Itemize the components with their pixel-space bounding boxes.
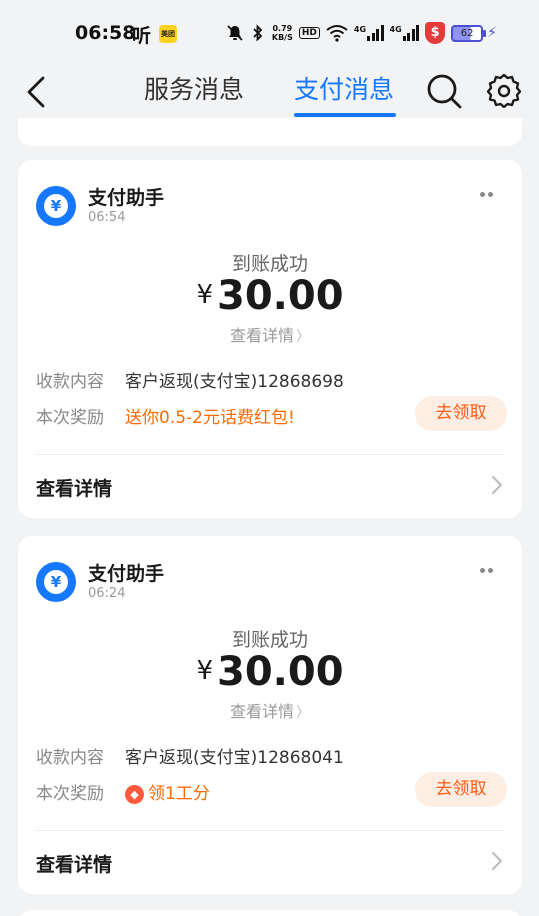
view-details-button[interactable]: 查看详情 (36, 474, 112, 501)
more-options-icon[interactable] (480, 190, 500, 198)
network-speed-unit: KB/S (271, 33, 293, 42)
signal-bars-icon (367, 25, 384, 41)
sender-name: 支付助手 (88, 563, 165, 585)
yuan-icon: ¥ (44, 194, 68, 218)
content-label: 收款内容 (36, 748, 104, 768)
chevron-right-icon[interactable] (490, 850, 504, 872)
reward-value: 领1工分 (148, 784, 210, 804)
hd-badge: HD (298, 27, 320, 39)
network-speed-value: 0.79 (272, 24, 293, 33)
content-value: 客户返现(支付宝)12868041 (125, 748, 344, 768)
mute-bell-icon (227, 25, 243, 41)
tab-service-messages[interactable]: 服务消息 (144, 70, 244, 106)
message-time: 06:54 (88, 210, 126, 225)
view-details-button[interactable]: 查看详情 (36, 850, 112, 877)
payment-status: 到账成功 (231, 253, 308, 275)
divider (36, 830, 504, 831)
payment-message-card: ¥ 支付助手 06:54 到账成功 ¥30.00 查看详情〉 收款内容 客户返现… (18, 160, 522, 518)
payment-assistant-avatar: ¥ (36, 186, 76, 226)
reward-points: ◆ 领1工分 (125, 779, 210, 804)
sender-name: 支付助手 (88, 187, 165, 209)
status-bar: 06:58 听 美团 0.79 KB/S HD 4G 4G $ 62 ⚡ (0, 0, 539, 66)
content-label: 收款内容 (36, 372, 104, 392)
security-shield-icon: $ (425, 22, 446, 44)
wifi-icon (326, 25, 348, 42)
network-speed: 0.79 KB/S (272, 24, 293, 42)
message-time: 06:24 (88, 586, 126, 601)
settings-gear-icon[interactable] (486, 72, 522, 108)
currency-symbol: ¥ (196, 656, 213, 686)
currency-symbol: ¥ (196, 280, 213, 310)
tab-payment-messages[interactable]: 支付消息 (294, 70, 394, 106)
next-message-card (18, 910, 522, 916)
network-type-label: 4G (389, 25, 402, 34)
payment-amount: ¥30.00 (18, 649, 522, 695)
payment-message-card: ¥ 支付助手 06:24 到账成功 ¥30.00 查看详情〉 收款内容 客户返现… (18, 536, 522, 894)
back-arrow-icon[interactable] (22, 74, 52, 110)
top-nav-bar: 服务消息 支付消息 (0, 66, 539, 120)
payment-status: 到账成功 (231, 629, 308, 651)
charging-bolt-icon: ⚡ (487, 25, 497, 41)
reward-label: 本次奖励 (36, 408, 104, 428)
details-link-label: 查看详情 (229, 326, 294, 345)
search-icon[interactable] (425, 72, 463, 110)
signal-4g-1: 4G (354, 25, 384, 41)
reward-label: 本次奖励 (36, 784, 104, 804)
details-link[interactable]: 查看详情〉 (18, 698, 522, 722)
claim-button[interactable]: 去领取 (415, 396, 507, 431)
payment-amount: ¥30.00 (18, 273, 522, 319)
status-icons: 0.79 KB/S HD 4G 4G $ 62 ⚡ (226, 22, 497, 44)
content-value: 客户返现(支付宝)12868698 (125, 372, 344, 392)
network-type-label: 4G (353, 25, 367, 34)
yuan-icon: ¥ (44, 570, 68, 594)
claim-button[interactable]: 去领取 (415, 772, 507, 807)
chevron-right-icon[interactable] (490, 474, 504, 496)
status-time: 06:58 (75, 22, 136, 44)
reward-value: 送你0.5-2元话费红包! (125, 408, 295, 428)
amount-value: 30.00 (217, 649, 344, 695)
payment-assistant-avatar: ¥ (36, 562, 76, 602)
meituan-app-icon: 美团 (159, 25, 177, 43)
battery-icon: 62 (451, 24, 487, 42)
signal-bars-icon (402, 25, 420, 41)
signal-4g-2: 4G (390, 25, 420, 41)
more-options-icon[interactable] (480, 566, 500, 574)
ting-app-icon: 听 (132, 25, 152, 47)
chevron-right-icon: 〉 (296, 329, 310, 345)
diamond-icon: ◆ (125, 785, 144, 804)
details-link[interactable]: 查看详情〉 (18, 322, 522, 346)
amount-value: 30.00 (217, 273, 344, 319)
details-link-label: 查看详情 (229, 702, 294, 721)
active-tab-indicator (294, 113, 396, 117)
divider (36, 454, 504, 455)
chevron-right-icon: 〉 (296, 705, 310, 721)
bluetooth-icon (253, 24, 263, 42)
battery-level: 62 (460, 27, 474, 39)
previous-message-card (18, 118, 522, 146)
